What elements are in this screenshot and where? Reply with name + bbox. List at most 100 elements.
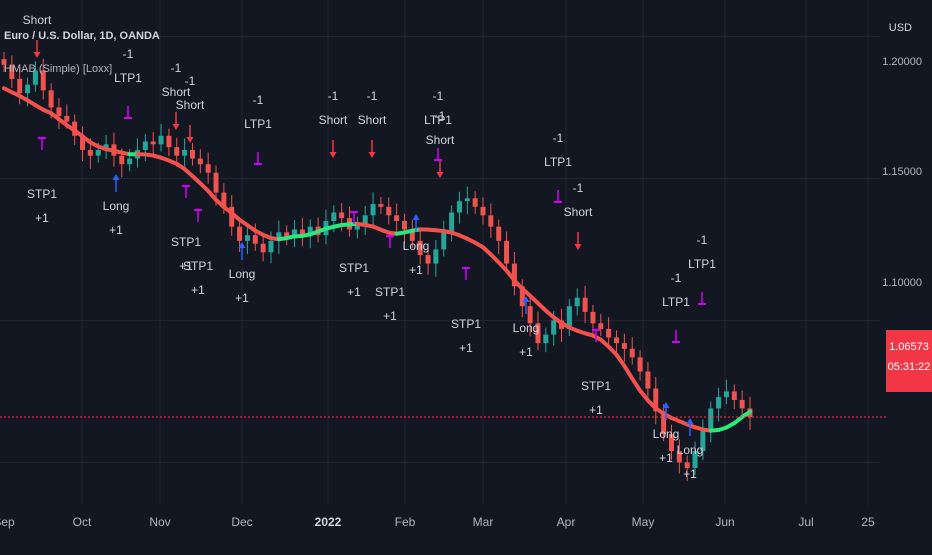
- candle-body: [17, 79, 22, 93]
- currency-label: USD: [889, 22, 912, 34]
- long-label: +1: [235, 291, 249, 305]
- x-axis-label: May: [632, 515, 655, 529]
- candle-body: [378, 204, 383, 207]
- candle-body: [724, 391, 729, 397]
- candle-body: [88, 150, 93, 156]
- x-axis-label: Feb: [395, 515, 416, 529]
- candle-body: [732, 391, 737, 400]
- chart-area[interactable]: -1Short-1Short-1Short-1Short-1Short-1Sho…: [0, 0, 932, 550]
- stp1-label: +1: [191, 283, 205, 297]
- long-label: Long: [229, 267, 256, 281]
- candle-body: [182, 150, 187, 156]
- stp1-label: +1: [459, 341, 473, 355]
- candle-body: [606, 329, 611, 338]
- candle-body: [473, 198, 478, 207]
- candle-body: [166, 136, 171, 147]
- candle-body: [214, 173, 219, 193]
- stp1-label: +1: [347, 285, 361, 299]
- candle-body: [237, 227, 242, 241]
- candle-body: [465, 198, 470, 201]
- long-label: Long: [513, 321, 540, 335]
- short-label: -1: [367, 89, 378, 103]
- candle-body: [614, 337, 619, 343]
- candle-body: [143, 141, 148, 150]
- long-arrow: [687, 418, 694, 424]
- ltp1-label: LTP1: [662, 295, 690, 309]
- candle-body: [630, 349, 635, 358]
- symbol-title[interactable]: Euro / U.S. Dollar, 1D, OANDA: [4, 30, 160, 42]
- long-label: +1: [683, 467, 697, 481]
- candle-body: [151, 141, 156, 144]
- long-label: +1: [659, 451, 673, 465]
- short-label: Short: [23, 13, 52, 27]
- short-label: Short: [564, 205, 593, 219]
- candle-body: [622, 343, 627, 349]
- ma-segment: [617, 355, 625, 366]
- x-axis-label: Nov: [149, 515, 170, 529]
- stp1-label: STP1: [581, 379, 611, 393]
- candle-body: [64, 116, 69, 122]
- candle-body: [426, 255, 431, 264]
- candle-body: [96, 150, 101, 156]
- candle-body: [457, 201, 462, 212]
- x-axis-label: Dec: [231, 515, 252, 529]
- candle-body: [504, 241, 509, 264]
- long-label: Long: [403, 239, 430, 253]
- long-label: +1: [519, 345, 533, 359]
- candle-body: [174, 147, 179, 156]
- ma-segment: [624, 366, 632, 379]
- y-axis-label: 1.20000: [882, 56, 922, 68]
- candle-body: [206, 164, 211, 173]
- candle-body: [449, 212, 454, 232]
- long-label: +1: [109, 223, 123, 237]
- candle-body: [159, 136, 164, 145]
- indicator-title[interactable]: HMAB (Simple) [Loxx]: [4, 63, 112, 75]
- long-label: Long: [103, 199, 130, 213]
- candle-body: [716, 397, 721, 408]
- candle-body: [740, 400, 745, 409]
- candle-body: [268, 241, 273, 252]
- short-label: Short: [358, 113, 387, 127]
- candle-body: [496, 227, 501, 241]
- candle-body: [590, 312, 595, 323]
- x-axis-label: Jul: [798, 515, 813, 529]
- stp1-label: +1: [589, 403, 603, 417]
- candle-body: [394, 215, 399, 221]
- candle-body: [25, 85, 30, 94]
- long-label: Long: [677, 443, 704, 457]
- long-label: +1: [409, 263, 423, 277]
- short-label: -1: [32, 0, 43, 3]
- candle-body: [386, 207, 391, 216]
- y-axis-label: 1.15000: [882, 166, 922, 178]
- short-arrow: [437, 172, 444, 178]
- ltp1-label: LTP1: [244, 117, 272, 131]
- short-label: Short: [426, 133, 455, 147]
- short-label: -1: [328, 89, 339, 103]
- last-price-value: 1.06573: [886, 330, 932, 354]
- long-label: Long: [653, 427, 680, 441]
- ltp1-label: -1: [697, 233, 708, 247]
- ltp1-label: LTP1: [544, 155, 572, 169]
- bar-countdown: 05:31:22: [886, 360, 932, 374]
- candle-body: [245, 235, 250, 241]
- ma-segment: [632, 379, 640, 391]
- x-axis-label: Apr: [557, 515, 576, 529]
- y-axis-label: 1.10000: [882, 277, 922, 289]
- candle-body: [488, 215, 493, 226]
- candle-body: [638, 357, 643, 371]
- price-chart[interactable]: -1Short-1Short-1Short-1Short-1Short-1Sho…: [0, 0, 932, 550]
- candle-body: [441, 232, 446, 249]
- short-label: -1: [171, 61, 182, 75]
- ltp1-label: -1: [253, 93, 264, 107]
- candle-body: [261, 244, 266, 253]
- candle-body: [253, 235, 258, 244]
- x-axis-label: 25: [861, 515, 874, 529]
- candle-body: [708, 408, 713, 431]
- stp1-label: +1: [35, 211, 49, 225]
- ltp1-label: -1: [671, 271, 682, 285]
- candle-body: [363, 215, 368, 224]
- ltp1-label: -1: [553, 131, 564, 145]
- stp1-label: +1: [383, 309, 397, 323]
- ltp1-label: -1: [433, 89, 444, 103]
- candle-body: [575, 298, 580, 307]
